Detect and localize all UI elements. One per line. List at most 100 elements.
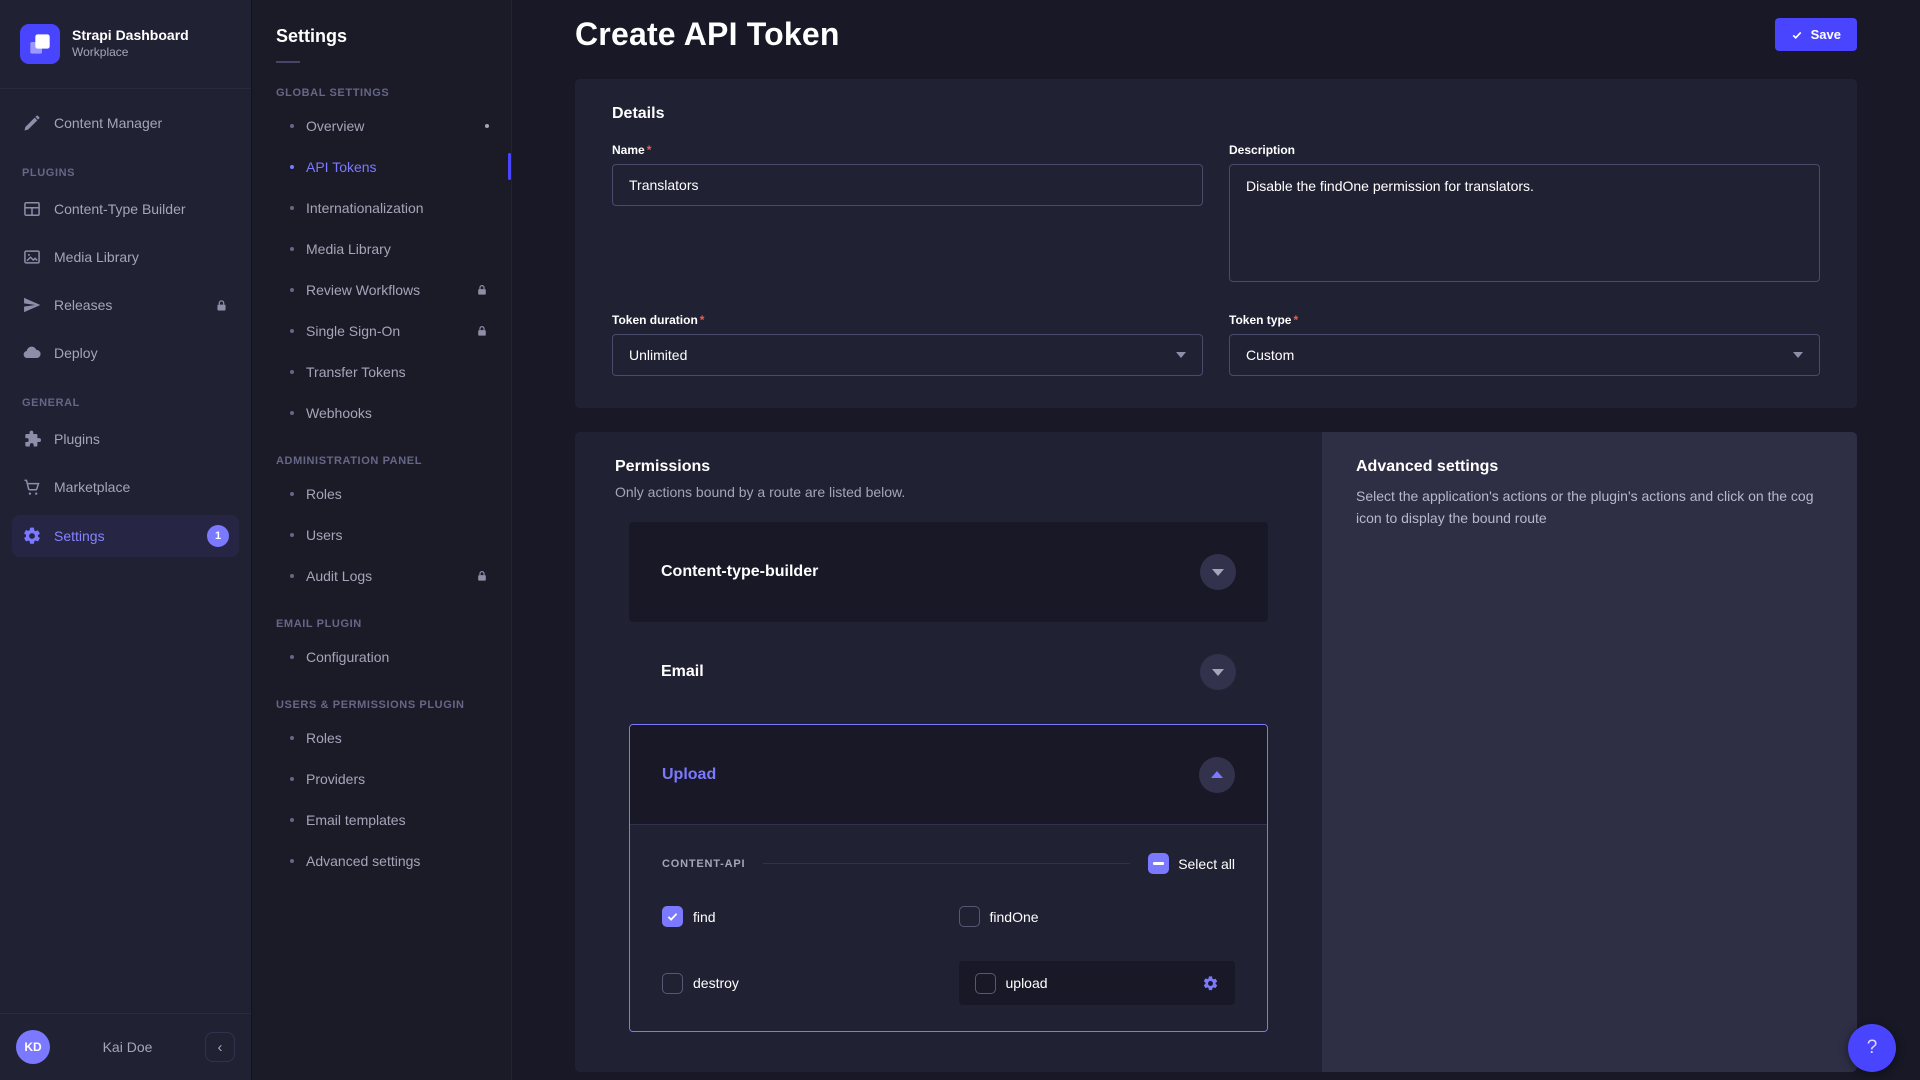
upload-checkbox[interactable] [975, 973, 996, 994]
expand-accordion-button[interactable] [1200, 554, 1236, 590]
settings-item-audit-logs[interactable]: Audit Logs [252, 555, 511, 596]
lock-icon [475, 324, 489, 338]
bullet-icon [290, 206, 294, 210]
select-all-checkbox[interactable] [1148, 853, 1169, 874]
settings-item-label: Transfer Tokens [306, 364, 406, 380]
avatar[interactable]: KD [16, 1030, 50, 1064]
settings-item-label: Review Workflows [306, 282, 420, 298]
advanced-settings-panel: Advanced settings Select the application… [1322, 432, 1857, 1072]
permission-upload[interactable]: upload [959, 961, 1236, 1005]
settings-item-label: Roles [306, 730, 342, 746]
settings-item-media-library[interactable]: Media Library [252, 228, 511, 269]
workspace-title: Strapi Dashboard [72, 27, 189, 45]
permissions-card: Permissions Only actions bound by a rout… [575, 432, 1322, 1072]
check-icon [1791, 29, 1803, 41]
page-header: Create API Token Save [575, 0, 1857, 79]
nav-section-plugins: PLUGINS [12, 151, 239, 189]
permission-destroy[interactable]: destroy [662, 973, 939, 994]
settings-item-transfer-tokens[interactable]: Transfer Tokens [252, 351, 511, 392]
find-checkbox[interactable] [662, 906, 683, 927]
bullet-icon [290, 492, 294, 496]
accordion-content-type-builder[interactable]: Content-type-builder [629, 522, 1268, 622]
nav-item-label: Settings [54, 528, 105, 544]
accordion-label: Email [661, 663, 704, 681]
token-duration-label: Token duration* [612, 313, 1203, 327]
token-duration-select[interactable]: Unlimited [612, 334, 1203, 376]
settings-item-admin-roles[interactable]: Roles [252, 473, 511, 514]
settings-item-review-workflows[interactable]: Review Workflows [252, 269, 511, 310]
accordion-list: Content-type-builder Email Upload CONTEN… [629, 522, 1268, 1032]
bullet-icon [290, 411, 294, 415]
permission-find[interactable]: find [662, 906, 939, 927]
settings-item-label: Email templates [306, 812, 406, 828]
nav-item-marketplace[interactable]: Marketplace [12, 467, 239, 507]
chevron-up-icon [1211, 771, 1223, 778]
settings-item-webhooks[interactable]: Webhooks [252, 392, 511, 433]
nav-item-settings[interactable]: Settings 1 [12, 515, 239, 557]
nav-item-media-library[interactable]: Media Library [12, 237, 239, 277]
settings-item-overview[interactable]: Overview [252, 105, 511, 146]
bullet-icon [290, 124, 294, 128]
findone-checkbox[interactable] [959, 906, 980, 927]
bullet-icon [290, 574, 294, 578]
nav-item-releases[interactable]: Releases [12, 285, 239, 325]
checkbox-label: upload [1006, 975, 1048, 991]
destroy-checkbox[interactable] [662, 973, 683, 994]
nav-item-plugins[interactable]: Plugins [12, 419, 239, 459]
collapse-accordion-button[interactable] [1199, 757, 1235, 793]
settings-item-email-templates[interactable]: Email templates [252, 799, 511, 840]
collapse-sidebar-button[interactable]: ‹ [205, 1032, 235, 1062]
page-title: Create API Token [575, 16, 840, 53]
chevron-down-icon [1212, 569, 1224, 576]
settings-item-internationalization[interactable]: Internationalization [252, 187, 511, 228]
settings-item-up-roles[interactable]: Roles [252, 717, 511, 758]
nav-item-content-type-builder[interactable]: Content-Type Builder [12, 189, 239, 229]
accordion-email[interactable]: Email [629, 622, 1268, 722]
bullet-icon [290, 736, 294, 740]
pen-icon [22, 113, 42, 133]
accordion-upload-header[interactable]: Upload [630, 725, 1267, 825]
layout-icon [22, 199, 42, 219]
accordion-upload-expanded: Upload CONTENT-API Select all [629, 724, 1268, 1032]
main-sidebar: Strapi Dashboard Workplace Content Manag… [0, 0, 252, 1080]
settings-item-users[interactable]: Users [252, 514, 511, 555]
settings-item-configuration[interactable]: Configuration [252, 636, 511, 677]
permission-findone[interactable]: findOne [959, 906, 1236, 927]
user-name: Kai Doe [50, 1039, 205, 1055]
user-row: KD Kai Doe ‹ [0, 1013, 251, 1080]
accordion-upload-body: CONTENT-API Select all [630, 825, 1267, 1031]
bullet-icon [290, 247, 294, 251]
settings-item-providers[interactable]: Providers [252, 758, 511, 799]
title-divider [276, 61, 300, 63]
bullet-icon [290, 859, 294, 863]
bullet-icon [290, 655, 294, 659]
help-button[interactable]: ? [1848, 1024, 1896, 1072]
settings-item-api-tokens[interactable]: API Tokens [252, 146, 511, 187]
nav-item-label: Marketplace [54, 479, 130, 495]
settings-item-single-sign-on[interactable]: Single Sign-On [252, 310, 511, 351]
nav-item-label: Plugins [54, 431, 100, 447]
content-api-label: CONTENT-API [662, 858, 745, 870]
nav-item-label: Releases [54, 297, 112, 313]
settings-item-advanced-settings[interactable]: Advanced settings [252, 840, 511, 881]
save-button-label: Save [1811, 27, 1841, 42]
accordion-label: Upload [662, 766, 716, 784]
nav-item-content-manager[interactable]: Content Manager [12, 103, 239, 143]
name-label: Name* [612, 143, 1203, 157]
token-duration-value: Unlimited [629, 347, 687, 363]
settings-item-label: Single Sign-On [306, 323, 400, 339]
expand-accordion-button[interactable] [1200, 654, 1236, 690]
details-card: Details Name* Description Token duration… [575, 79, 1857, 408]
name-input[interactable] [612, 164, 1203, 206]
description-textarea[interactable] [1229, 164, 1820, 282]
cog-icon[interactable] [1202, 975, 1219, 992]
nav-item-deploy[interactable]: Deploy [12, 333, 239, 373]
save-button[interactable]: Save [1775, 18, 1857, 51]
description-label: Description [1229, 143, 1820, 157]
advanced-settings-heading: Advanced settings [1356, 458, 1823, 476]
workspace-header[interactable]: Strapi Dashboard Workplace [0, 0, 251, 89]
token-type-select[interactable]: Custom [1229, 334, 1820, 376]
permissions-heading: Permissions [615, 458, 1282, 476]
token-type-label: Token type* [1229, 313, 1820, 327]
select-all-control[interactable]: Select all [1148, 853, 1235, 874]
